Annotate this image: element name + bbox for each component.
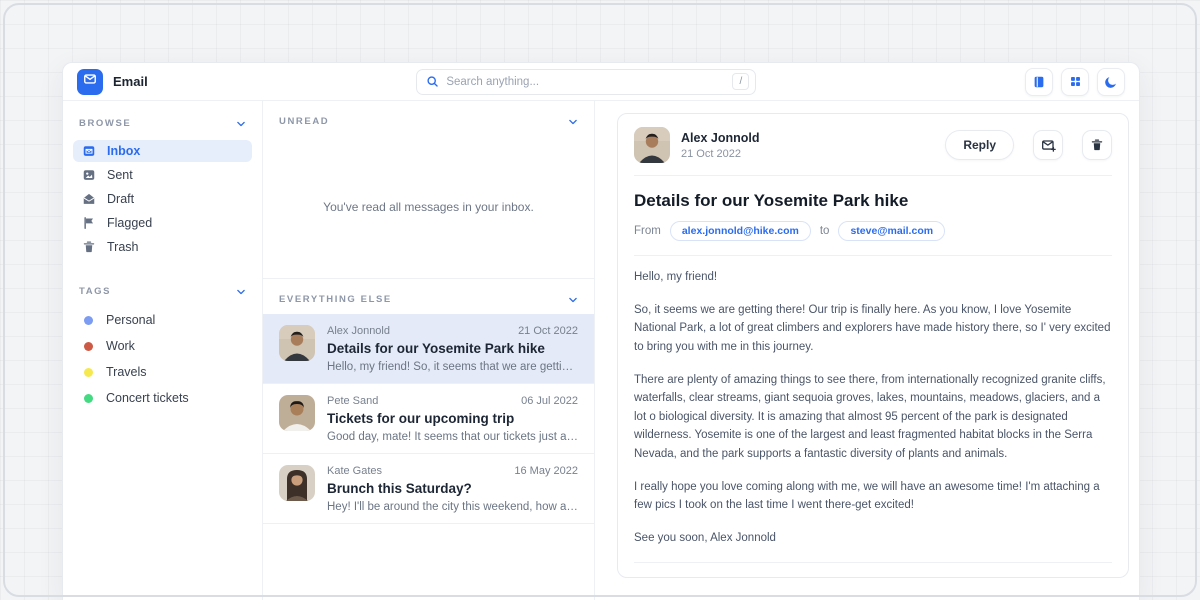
email-subject: Tickets for our upcoming trip (327, 411, 578, 426)
email-list-item-brunch[interactable]: Kate Gates 16 May 2022 Brunch this Satur… (263, 454, 594, 524)
detail-subject: Details for our Yosemite Park hike (634, 191, 1112, 211)
tag-color-dot (84, 342, 93, 351)
sidebar-item-sent[interactable]: Sent (73, 164, 252, 186)
book-icon (1032, 75, 1046, 89)
body-paragraph: I really hope you love coming along with… (634, 478, 1112, 515)
sidebar-item-label: Inbox (107, 144, 140, 158)
unread-empty-message: You've read all messages in your inbox. (263, 136, 594, 278)
email-detail-card: Alex Jonnold 21 Oct 2022 Reply (617, 113, 1129, 578)
sidebar-item-inbox[interactable]: Inbox (73, 140, 252, 162)
tag-color-dot (84, 316, 93, 325)
body-paragraph: Hello, my friend! (634, 268, 1112, 287)
top-bar: Email / (63, 63, 1139, 101)
dark-mode-toggle[interactable] (1097, 68, 1125, 96)
flag-icon (82, 216, 96, 230)
avatar-pete-sand (279, 395, 315, 431)
sidebar-item-label: Draft (107, 192, 134, 206)
from-label: From (634, 225, 661, 237)
email-date: 06 Jul 2022 (521, 395, 578, 407)
email-subject: Brunch this Saturday? (327, 481, 578, 496)
email-list-item-yosemite[interactable]: Alex Jonnold 21 Oct 2022 Details for our… (263, 314, 594, 384)
sidebar-item-label: Trash (107, 240, 139, 254)
tag-label: Work (106, 339, 135, 353)
tag-label: Travels (106, 365, 147, 379)
browse-section-label: BROWSE (79, 118, 131, 129)
to-email-pill[interactable]: steve@mail.com (838, 221, 945, 241)
email-preview: Hello, my friend! So, it seems that we a… (327, 361, 578, 373)
tag-label: Concert tickets (106, 391, 189, 405)
search-icon (426, 75, 439, 88)
unread-section-label: UNREAD (279, 116, 329, 127)
from-email-pill[interactable]: alex.jonnold@hike.com (670, 221, 811, 241)
avatar-kate-gates (279, 465, 315, 501)
email-list-item-tickets[interactable]: Pete Sand 06 Jul 2022 Tickets for our up… (263, 384, 594, 454)
search-bar[interactable]: / (416, 69, 756, 95)
search-input[interactable] (446, 76, 725, 88)
body-paragraph: See you soon, Alex Jonnold (634, 529, 1112, 548)
email-preview: Hey! I'll be around the city this weeken… (327, 501, 578, 513)
sent-icon (82, 168, 96, 182)
tag-label: Personal (106, 313, 155, 327)
everything-else-section-label: EVERYTHING ELSE (279, 294, 392, 305)
moon-icon (1104, 75, 1118, 89)
sidebar-item-label: Flagged (107, 216, 152, 230)
email-sender: Pete Sand (327, 395, 378, 407)
trash-icon (82, 240, 96, 254)
delete-button[interactable] (1082, 130, 1112, 160)
forward-button[interactable] (1033, 130, 1063, 160)
body-paragraph: There are plenty of amazing things to se… (634, 371, 1112, 464)
grid-icon (1069, 75, 1082, 88)
email-sender: Kate Gates (327, 465, 382, 477)
email-subject: Details for our Yosemite Park hike (327, 341, 578, 356)
reply-button[interactable]: Reply (945, 130, 1014, 160)
tag-item-work[interactable]: Work (73, 334, 252, 358)
email-app-window: Email / (62, 62, 1140, 600)
tag-item-concert-tickets[interactable]: Concert tickets (73, 386, 252, 410)
sidebar-item-flagged[interactable]: Flagged (73, 212, 252, 234)
app-title: Email (113, 74, 148, 89)
apps-grid-button[interactable] (1061, 68, 1089, 96)
body-paragraph: So, it seems we are getting there! Our t… (634, 301, 1112, 357)
email-preview: Good day, mate! It seems that our ticket… (327, 431, 578, 443)
app-logo (77, 69, 103, 95)
avatar-alex-jonnold (279, 325, 315, 361)
sidebar-item-draft[interactable]: Draft (73, 188, 252, 210)
notebook-button[interactable] (1025, 68, 1053, 96)
chevron-down-icon[interactable] (568, 117, 578, 127)
chevron-down-icon[interactable] (568, 295, 578, 305)
draft-icon (82, 192, 96, 206)
email-detail-pane: Alex Jonnold 21 Oct 2022 Reply (595, 101, 1139, 600)
detail-date: 21 Oct 2022 (681, 148, 759, 160)
chevron-down-icon[interactable] (236, 287, 246, 297)
tags-section-label: TAGS (79, 286, 111, 297)
mail-forward-icon (1041, 138, 1056, 153)
sidebar-item-label: Sent (107, 168, 133, 182)
tag-color-dot (84, 394, 93, 403)
chevron-down-icon[interactable] (236, 119, 246, 129)
sidebar-item-trash[interactable]: Trash (73, 236, 252, 258)
inbox-icon (82, 144, 96, 158)
trash-icon (1090, 138, 1104, 152)
tag-item-travels[interactable]: Travels (73, 360, 252, 384)
attachments-label: Attachments (634, 576, 1112, 579)
tag-color-dot (84, 368, 93, 377)
email-date: 21 Oct 2022 (518, 325, 578, 337)
to-label: to (820, 225, 830, 237)
search-shortcut-badge: / (732, 73, 749, 90)
tag-item-personal[interactable]: Personal (73, 308, 252, 332)
message-list: UNREAD You've read all messages in your … (263, 101, 595, 600)
avatar-alex-jonnold (634, 127, 670, 163)
email-sender: Alex Jonnold (327, 325, 390, 337)
detail-sender-name: Alex Jonnold (681, 131, 759, 145)
envelope-icon (83, 72, 97, 91)
email-body: Hello, my friend! So, it seems we are ge… (634, 268, 1112, 548)
sidebar: BROWSE Inbox Sent (63, 101, 263, 600)
email-date: 16 May 2022 (514, 465, 578, 477)
